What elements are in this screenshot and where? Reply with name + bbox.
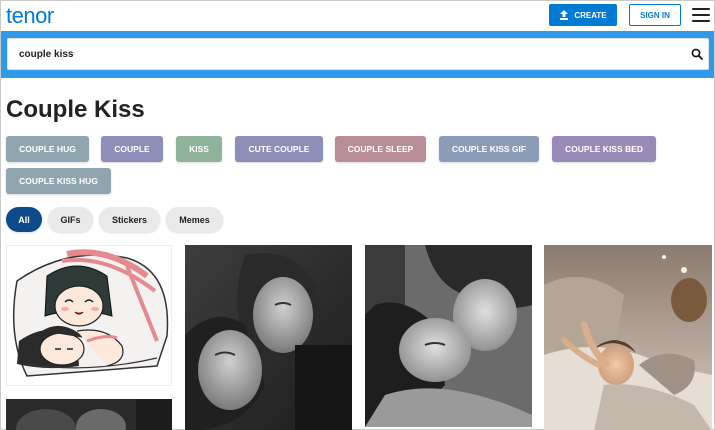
tag-couple[interactable]: COUPLE <box>101 136 163 162</box>
gif-tile-dark-kiss[interactable] <box>6 399 172 430</box>
gif-tile-bed-couple[interactable] <box>544 245 712 430</box>
filter-label: Memes <box>179 214 210 225</box>
tag-couple-kiss-bed[interactable]: COUPLE KISS BED <box>552 136 656 162</box>
grainy-kiss-photo <box>185 245 352 430</box>
filter-all[interactable]: All <box>6 207 42 232</box>
menu-bar <box>692 20 710 22</box>
filter-label: Stickers <box>111 214 148 225</box>
cartoon-couple-illustration <box>7 246 171 385</box>
tag-cute-couple[interactable]: CUTE COUPLE <box>235 136 323 162</box>
tag-couple-hug[interactable]: COUPLE HUG <box>6 136 89 162</box>
magnifier-icon[interactable] <box>691 48 703 60</box>
page-title: Couple Kiss <box>6 96 145 123</box>
tag-couple-kiss-gif[interactable]: COUPLE KISS GIF <box>439 136 539 162</box>
filter-gifs[interactable]: GIFs <box>48 207 93 232</box>
tag-couple-sleep[interactable]: COUPLE SLEEP <box>335 136 426 162</box>
upload-arrow-icon <box>560 10 569 20</box>
bw-kiss-photo <box>365 245 532 427</box>
tag-couple-kiss-hug[interactable]: COUPLE KISS HUG <box>6 168 111 194</box>
filter-label: GIFs <box>60 214 81 225</box>
menu-bar <box>692 14 710 16</box>
tag-label: COUPLE HUG <box>19 144 76 154</box>
tag-label: KISS <box>189 144 209 154</box>
filter-memes[interactable]: Memes <box>166 207 223 232</box>
bed-couple-photo <box>544 245 712 430</box>
top-bar: tenor CREATE SIGN IN <box>1 1 714 31</box>
gif-tile-bw-kiss[interactable] <box>365 245 532 427</box>
create-button-label: CREATE <box>574 10 607 20</box>
tag-label: COUPLE <box>114 144 150 154</box>
tag-label: COUPLE KISS HUG <box>19 176 98 186</box>
tag-kiss[interactable]: KISS <box>176 136 222 162</box>
search-band <box>1 31 714 78</box>
sign-in-label: SIGN IN <box>640 10 670 20</box>
gif-tile-cartoon-couple[interactable] <box>6 245 172 386</box>
tag-label: CUTE COUPLE <box>248 144 310 154</box>
dark-kiss-photo <box>6 399 172 430</box>
filter-stickers[interactable]: Stickers <box>99 207 160 232</box>
search-box <box>7 38 709 70</box>
tag-label: COUPLE KISS BED <box>565 144 643 154</box>
sign-in-button[interactable]: SIGN IN <box>629 4 681 26</box>
create-button[interactable]: CREATE <box>549 4 617 26</box>
tag-label: COUPLE SLEEP <box>347 144 414 154</box>
tag-label: COUPLE KISS GIF <box>451 144 527 154</box>
menu-bar <box>692 8 710 10</box>
gif-tile-grainy-kiss[interactable] <box>185 245 352 430</box>
search-input[interactable] <box>8 39 678 69</box>
filter-label: All <box>18 214 30 225</box>
tenor-logo[interactable]: tenor <box>6 3 54 29</box>
hamburger-menu-icon[interactable] <box>692 8 710 22</box>
